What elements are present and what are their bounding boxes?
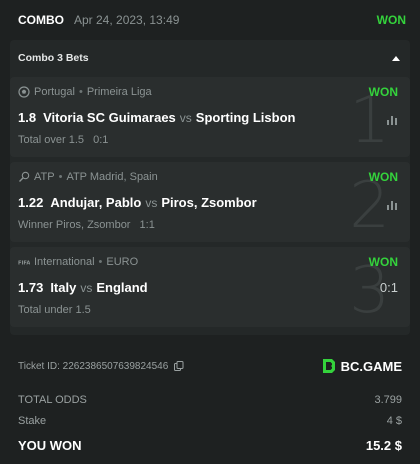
stake-value: 4 $ <box>386 415 402 427</box>
bet-league-name: ATP Madrid, Spain <box>66 171 158 183</box>
bet-market: Winner Piros, Zsombor <box>18 219 131 231</box>
fifa-icon: FIFA <box>18 256 30 268</box>
tennis-racket-icon <box>18 171 30 183</box>
bet-result: WON <box>368 85 398 99</box>
bet-league: FIFA International • EURO <box>18 256 138 268</box>
bet-item: 3 FIFA International • EURO WON 1.73 Ita… <box>10 247 410 327</box>
separator: • <box>98 256 103 268</box>
bet-odds: 1.22 <box>18 195 44 210</box>
total-odds-row: TOTAL ODDS 3.799 <box>10 389 410 411</box>
bet-date: Apr 24, 2023, 13:49 <box>74 13 180 27</box>
bet-item: 1 Portugal • Primeira Liga WON 1.8 Vitor… <box>10 77 410 157</box>
bet-status: WON <box>376 13 406 27</box>
ticket-id: Ticket ID: 226238650763982454​6 <box>18 360 169 372</box>
bet-score: 0:1 <box>93 134 109 146</box>
bet-result: WON <box>368 255 398 269</box>
home-team: Andujar, Pablo <box>50 195 142 210</box>
brand-name: BC.GAME <box>340 358 402 374</box>
bet-score: 0:1 <box>379 280 398 295</box>
stake-label: Stake <box>18 415 47 427</box>
won-row: YOU WON 15.2 $ <box>10 433 410 457</box>
home-team: Italy <box>50 280 77 295</box>
vs-label: vs <box>179 110 192 125</box>
bet-league: Portugal • Primeira Liga <box>18 86 152 98</box>
separator: • <box>58 171 63 183</box>
bet-match: 1.22 Andujar, Pablo vs Piros, Zsombor <box>18 195 257 210</box>
bet-league-name: EURO <box>106 256 139 268</box>
total-odds-label: TOTAL ODDS <box>18 394 87 406</box>
bet-odds: 1.73 <box>18 280 44 295</box>
bet-country: International <box>34 256 95 268</box>
combo-panel-header[interactable]: Combo 3 Bets <box>10 44 410 72</box>
chevron-up-icon[interactable] <box>392 55 400 61</box>
total-odds-value: 3.799 <box>374 394 402 406</box>
bet-league: ATP • ATP Madrid, Spain <box>18 171 158 183</box>
soccer-ball-icon <box>18 86 30 98</box>
away-team: England <box>96 280 148 295</box>
copy-icon[interactable] <box>174 361 184 371</box>
bet-header: COMBO Apr 24, 2023, 13:49 WON <box>10 0 410 40</box>
brand-logo: BC.GAME <box>321 358 402 374</box>
bet-country: ATP <box>34 171 55 183</box>
bet-match: 1.8 Vitoria SC Guimaraes vs Sporting Lis… <box>18 110 295 125</box>
bcgame-logo-icon <box>321 358 337 374</box>
bet-score: 1:1 <box>139 219 155 231</box>
stats-icon[interactable] <box>386 113 398 131</box>
ticket-row: Ticket ID: 226238650763982454​6 BC.GAME <box>10 349 410 383</box>
bet-league-name: Primeira Liga <box>86 86 152 98</box>
bet-market-row: Winner Piros, Zsombor 1:1 <box>18 219 155 231</box>
combo-panel-title: Combo 3 Bets <box>18 52 89 64</box>
bet-market: Total under 1.5 <box>18 304 91 316</box>
vs-label: vs <box>145 195 158 210</box>
bet-odds: 1.8 <box>18 110 37 125</box>
bet-item: 2 ATP • ATP Madrid, Spain WON 1.22 Anduj… <box>10 162 410 242</box>
bet-market: Total over 1.5 <box>18 134 85 146</box>
away-team: Sporting Lisbon <box>195 110 296 125</box>
bet-market-row: Total under 1.5 <box>18 304 91 316</box>
won-value: 15.2 $ <box>365 437 402 453</box>
stats-icon[interactable] <box>386 198 398 216</box>
bet-market-row: Total over 1.5 0:1 <box>18 134 108 146</box>
combo-panel: Combo 3 Bets 1 Portugal • Primeira Liga … <box>10 40 410 335</box>
bet-type: COMBO <box>18 13 64 27</box>
won-label: YOU WON <box>18 437 82 453</box>
bet-country: Portugal <box>34 86 75 98</box>
bet-result: WON <box>368 170 398 184</box>
stake-row: Stake 4 $ <box>10 411 410 431</box>
bet-match: 1.73 Italy vs England <box>18 280 148 295</box>
away-team: Piros, Zsombor <box>161 195 257 210</box>
home-team: Vitoria SC Guimaraes <box>43 110 176 125</box>
svg-text:FIFA: FIFA <box>18 261 30 267</box>
vs-label: vs <box>80 280 93 295</box>
separator: • <box>78 86 83 98</box>
bet-slip: COMBO Apr 24, 2023, 13:49 WON Combo 3 Be… <box>0 0 420 464</box>
